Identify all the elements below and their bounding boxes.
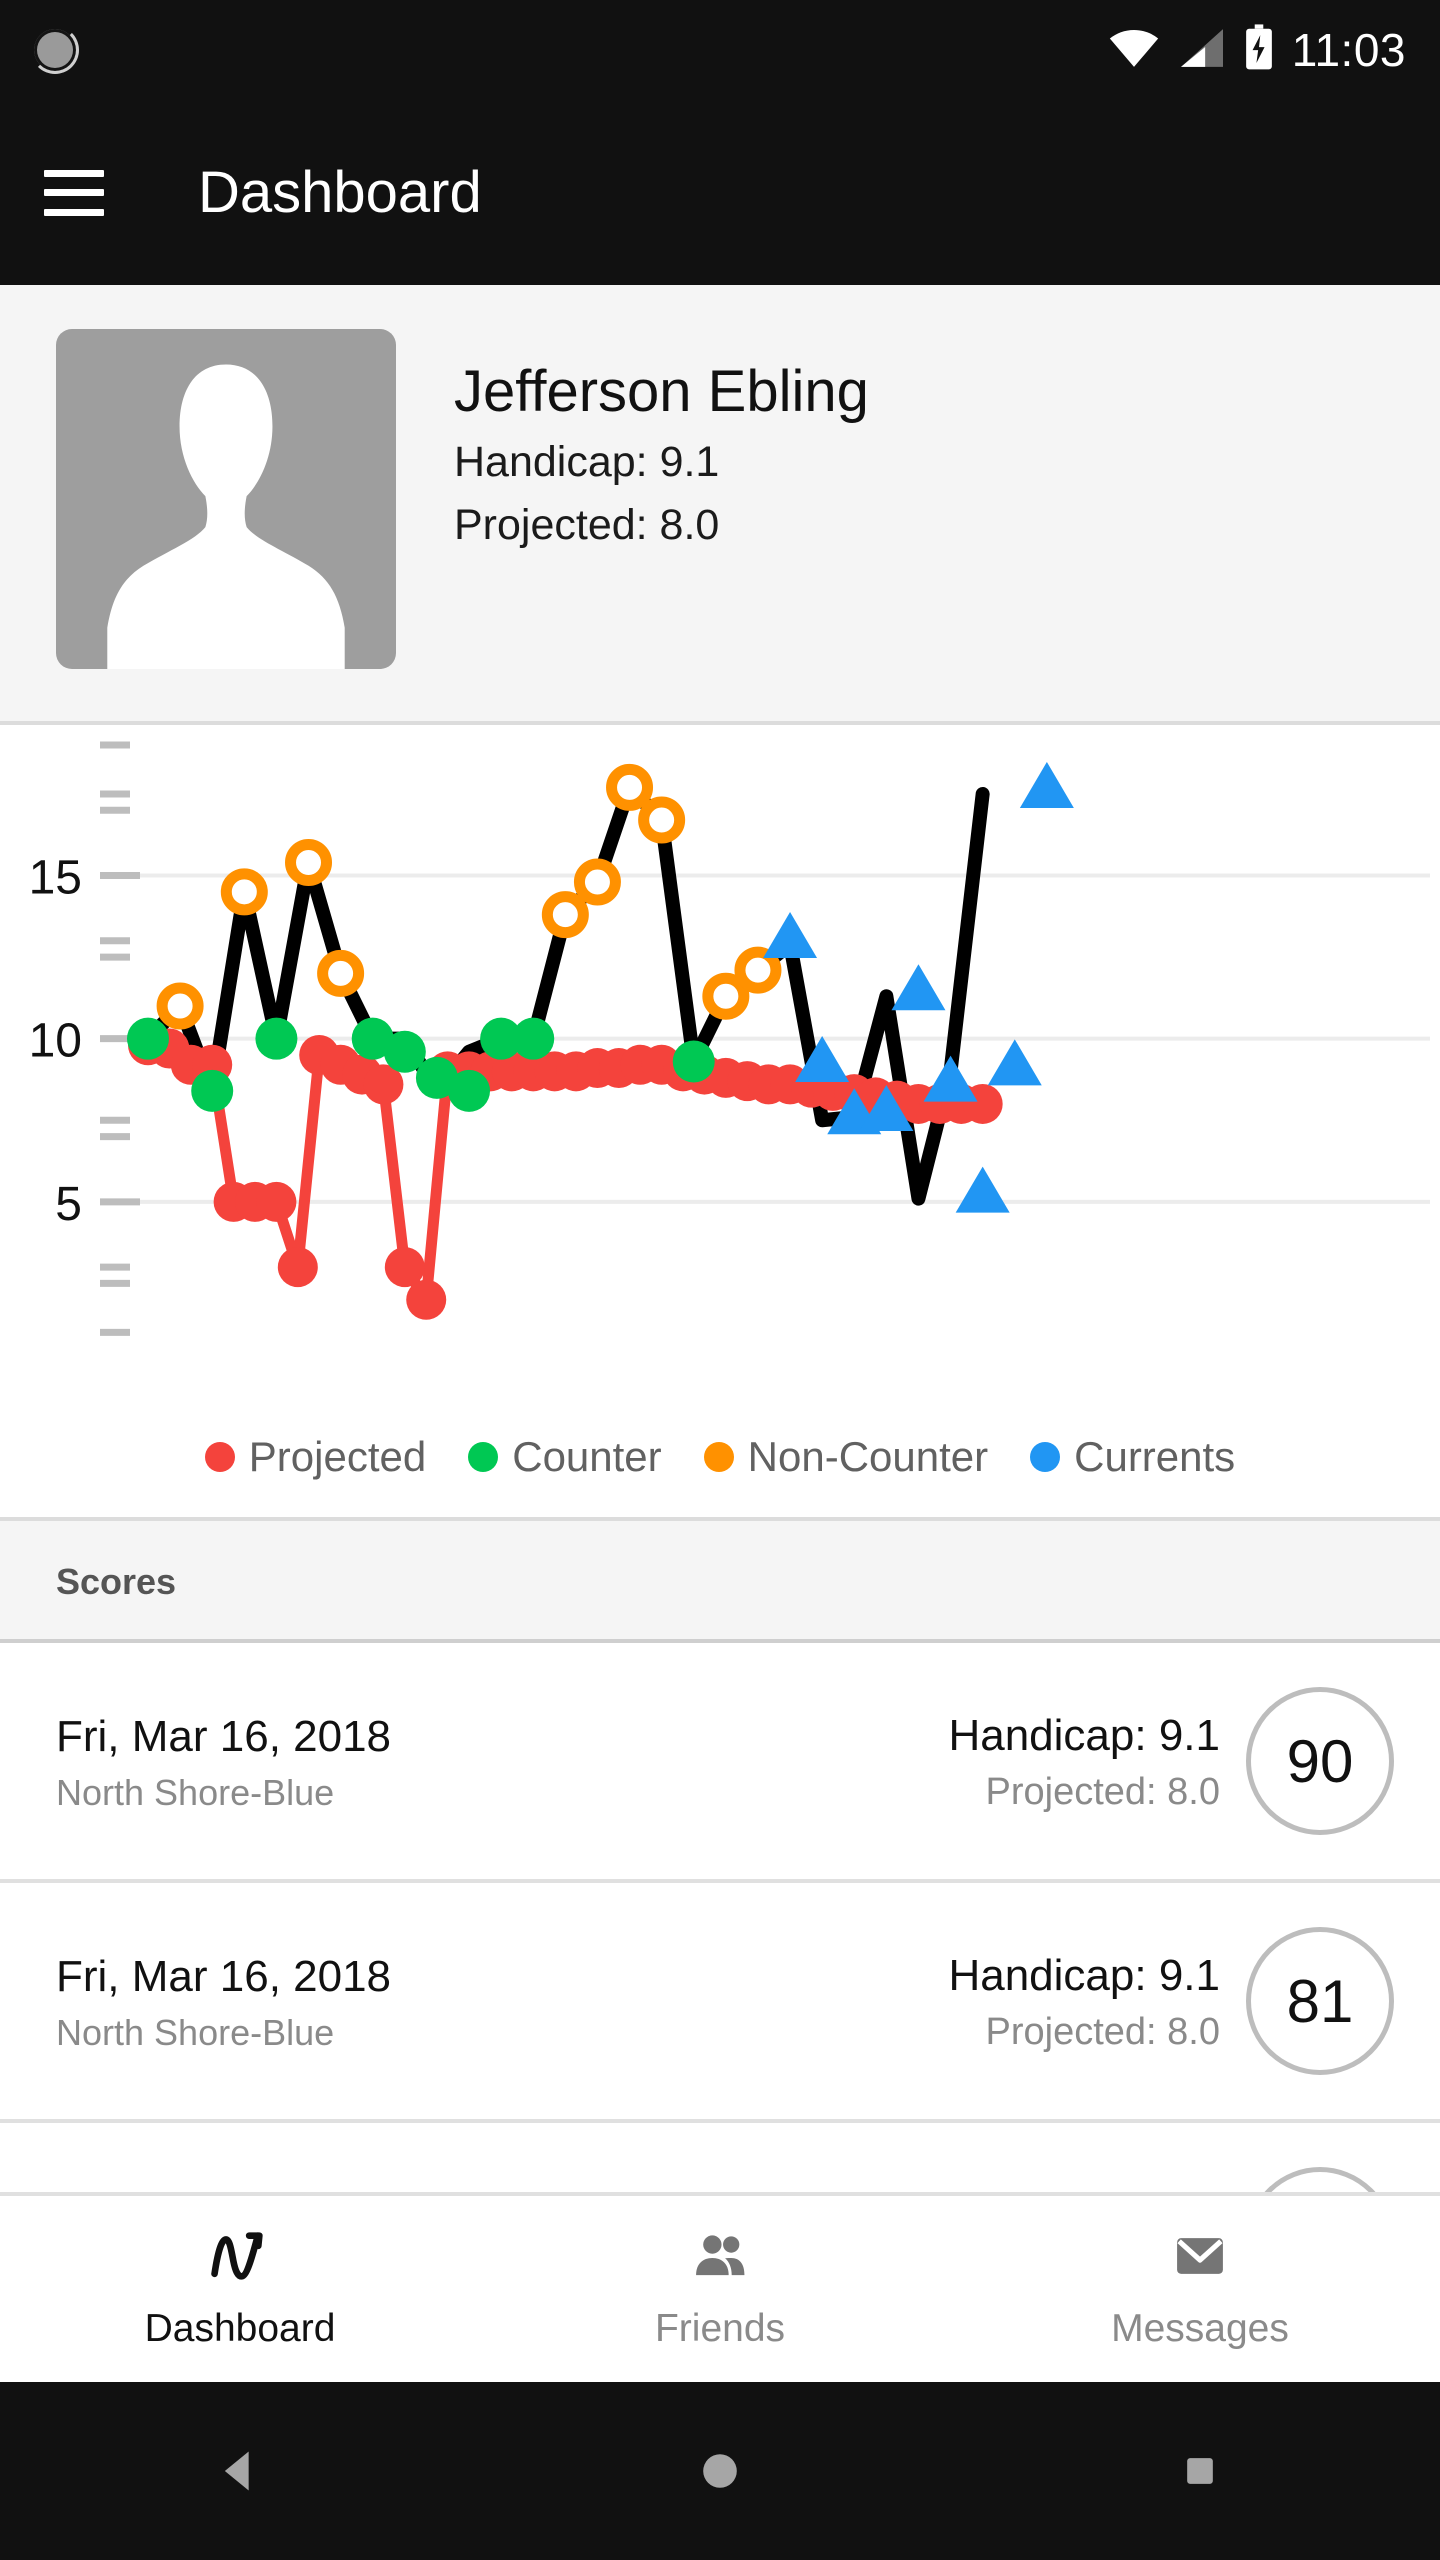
wifi-icon [1108, 27, 1160, 74]
chart-legend: Projected Counter Non-Counter Currents [0, 1425, 1440, 1517]
page-title: Dashboard [198, 160, 482, 225]
cellular-signal-icon [1178, 27, 1226, 74]
scores-section-title: Scores [0, 1521, 1440, 1643]
profile-projected: Projected: 8.0 [454, 500, 720, 549]
svg-text:10: 10 [29, 1015, 82, 1068]
score-course: North Shore-Blue [56, 2011, 335, 2053]
recents-square-icon[interactable] [960, 2449, 1440, 2493]
score-badge [1246, 2167, 1394, 2192]
nav-item-dashboard[interactable]: Dashboard [0, 2228, 480, 2351]
legend-swatch-icon [204, 1442, 235, 1472]
score-handicap: Handicap: 9.1 [948, 1951, 1220, 2000]
legend-swatch-icon [703, 1442, 734, 1472]
score-stats: Handicap: 9.1 Projected: 8.0 [948, 1948, 1220, 2054]
handicap-chart[interactable]: 5 10 15 [0, 725, 1440, 1425]
legend-item-currents[interactable]: Currents [1030, 1433, 1235, 1481]
bottom-navigation: Dashboard Friends Messages [0, 2192, 1440, 2382]
score-stats: Handicap: 9.1 Projected: 8.0 [948, 1708, 1220, 1814]
profile-handicap: Handicap: 9.1 [454, 437, 720, 486]
timeline-chart-icon [208, 2228, 272, 2289]
people-icon [688, 2228, 752, 2289]
score-date: Fri, Mar 16, 2018 [56, 1711, 392, 1761]
legend-swatch-icon [1030, 1442, 1061, 1472]
system-navigation-bar [0, 2382, 1440, 2560]
avatar[interactable] [56, 329, 396, 669]
score-row[interactable]: Mon, Jul 18, 2016Handicap: 9.2 [0, 2123, 1440, 2192]
nav-item-messages[interactable]: Messages [960, 2228, 1440, 2351]
score-badge: 90 [1246, 1687, 1394, 1835]
nav-label-dashboard: Dashboard [144, 2306, 336, 2350]
scores-list[interactable]: Fri, Mar 16, 2018 North Shore-Blue Handica… [0, 1643, 1440, 2192]
profile-info: Jefferson Ebling Handicap: 9.1 Projected… [454, 329, 869, 553]
score-row-right: Handicap: 9.2 [948, 2167, 1394, 2192]
chart-svg: 5 10 15 [29, 741, 1430, 1336]
envelope-icon [1168, 2228, 1232, 2289]
score-row[interactable]: Fri, Mar 16, 2018 North Shore-Blue Handica… [0, 1883, 1440, 2123]
home-circle-icon[interactable] [480, 2447, 960, 2495]
legend-item-projected[interactable]: Projected [204, 1433, 427, 1481]
hamburger-menu-icon[interactable] [44, 169, 104, 216]
legend-item-counter[interactable]: Counter [468, 1433, 662, 1481]
svg-text:5: 5 [55, 1178, 82, 1231]
battery-charging-icon [1244, 23, 1274, 77]
back-triangle-icon[interactable] [0, 2445, 480, 2497]
score-row-left: Fri, Mar 16, 2018 North Shore-Blue [56, 1709, 391, 1814]
score-projected: Projected: 8.0 [985, 2011, 1220, 2053]
score-badge: 81 [1246, 1927, 1394, 2075]
profile-name: Jefferson Ebling [454, 359, 869, 424]
status-bar-clock: 11:03 [1291, 24, 1406, 76]
nav-item-friends[interactable]: Friends [480, 2228, 960, 2351]
alarm-icon [31, 26, 79, 74]
status-bar: 11:03 [0, 0, 1440, 100]
score-row-left: Fri, Mar 16, 2018 North Shore-Blue [56, 1949, 391, 2054]
score-handicap: Handicap: 9.1 [948, 1711, 1220, 1760]
legend-label: Counter [512, 1433, 662, 1480]
legend-item-non-counter[interactable]: Non-Counter [703, 1433, 989, 1481]
status-bar-right-icons: 11:03 [1108, 23, 1406, 77]
status-bar-left-icons [31, 26, 79, 74]
legend-label: Non-Counter [747, 1433, 989, 1480]
nav-label-friends: Friends [654, 2306, 786, 2350]
legend-label: Currents [1074, 1433, 1236, 1480]
score-row-right: Handicap: 9.1 Projected: 8.0 81 [948, 1927, 1394, 2075]
score-row-right: Handicap: 9.1 Projected: 8.0 90 [948, 1687, 1394, 1835]
legend-swatch-icon [468, 1442, 499, 1472]
score-projected: Projected: 8.0 [985, 1771, 1220, 1813]
score-row[interactable]: Fri, Mar 16, 2018 North Shore-Blue Handica… [0, 1643, 1440, 1883]
profile-card[interactable]: Jefferson Ebling Handicap: 9.1 Projected… [0, 285, 1440, 725]
score-date: Fri, Mar 16, 2018 [56, 1951, 392, 2001]
person-placeholder-avatar [107, 364, 345, 669]
nav-label-messages: Messages [1111, 2306, 1289, 2350]
score-course: North Shore-Blue [56, 1771, 335, 1813]
phone-screen: 11:03 Dashboard Jefferson Ebling Handica… [0, 0, 1440, 2560]
legend-label: Projected [248, 1433, 427, 1480]
app-bar: Dashboard [0, 100, 1440, 285]
svg-text:15: 15 [29, 852, 82, 905]
chart-card: 5 10 15 Projected Counter Non-Counter Current… [0, 725, 1440, 1521]
